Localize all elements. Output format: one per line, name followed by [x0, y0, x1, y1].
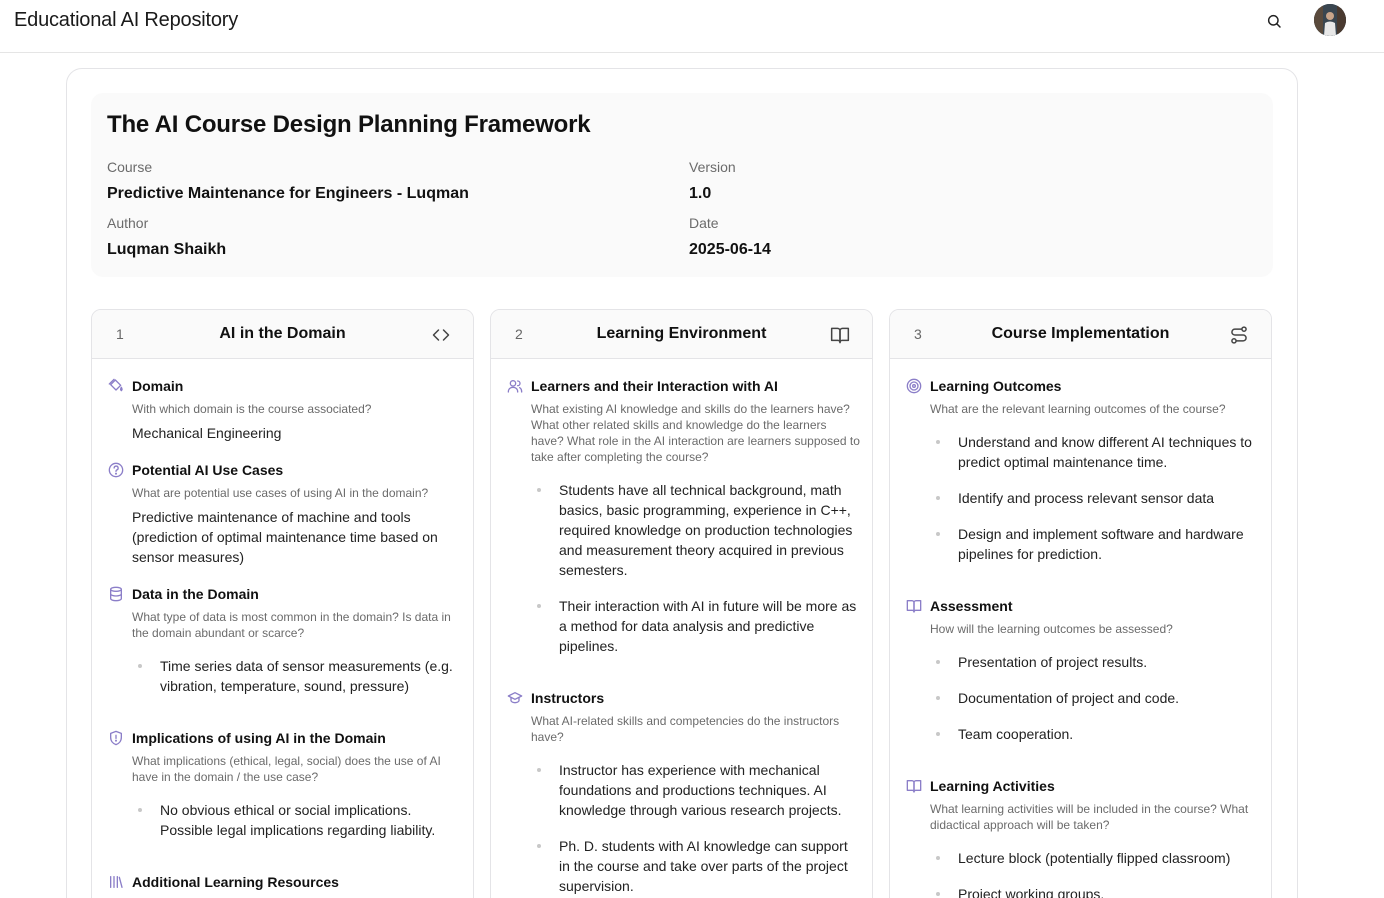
bullet-list: Lecture block (potentially flipped class…: [930, 848, 1260, 898]
course-label: Course: [107, 159, 153, 175]
section-learning-activities: Learning Activities What learning activi…: [906, 778, 1256, 898]
version-value: 1.0: [689, 185, 712, 202]
section-question: With which domain is the course associat…: [132, 402, 372, 416]
section-title: Additional Learning Resources: [132, 874, 339, 890]
section-question: What existing AI knowledge and skills do…: [531, 402, 860, 464]
column-learning-environment: 2 Learning Environment Learners and thei…: [490, 309, 873, 898]
list-item: Their interaction with AI in future will…: [531, 596, 861, 656]
course-value: Predictive Maintenance for Engineers - L…: [107, 185, 469, 202]
target-icon: [906, 378, 922, 394]
list-item: Understand and know different AI techniq…: [930, 432, 1260, 472]
column-title: Learning Environment: [596, 325, 767, 342]
author-value: Luqman Shaikh: [107, 241, 227, 258]
library-icon: [108, 874, 124, 890]
section-title: Learning Activities: [930, 778, 1055, 794]
section-title: Assessment: [930, 598, 1013, 614]
section-question: What type of data is most common in the …: [132, 610, 451, 640]
column-header: 1 AI in the Domain: [92, 310, 473, 359]
author-label: Author: [107, 215, 149, 231]
list-item: Students have all technical background, …: [531, 480, 861, 580]
help-circle-icon: [108, 462, 124, 478]
column-course-implementation: 3 Course Implementation Learning Outcome…: [889, 309, 1272, 898]
section-instructors: Instructors What AI-related skills and c…: [507, 690, 857, 898]
list-item: No obvious ethical or social implication…: [132, 800, 462, 840]
column-header: 3 Course Implementation: [890, 310, 1271, 359]
search-icon[interactable]: [1263, 10, 1285, 32]
book-open-icon: [906, 598, 922, 614]
section-learners: Learners and their Interaction with AI W…: [507, 378, 860, 688]
list-item: Team cooperation.: [930, 724, 1260, 744]
column-title: AI in the Domain: [219, 325, 346, 342]
section-title: Instructors: [531, 690, 605, 706]
section-question: What learning activities will be include…: [930, 802, 1249, 832]
bullet-list: Instructor has experience with mechanica…: [531, 760, 861, 898]
database-icon: [108, 586, 124, 602]
bullet-list: Understand and know different AI techniq…: [930, 432, 1260, 580]
list-item: Design and implement software and hardwa…: [930, 524, 1260, 564]
list-item: Presentation of project results.: [930, 652, 1260, 672]
avatar[interactable]: [1314, 4, 1346, 36]
app-title[interactable]: Educational AI Repository: [14, 9, 238, 32]
code-icon: [431, 325, 451, 345]
section-title: Implications of using AI in the Domain: [132, 730, 386, 746]
section-question: What implications (ethical, legal, socia…: [132, 754, 441, 784]
section-answer: Mechanical Engineering: [132, 425, 282, 441]
list-item: Lecture block (potentially flipped class…: [930, 848, 1260, 868]
section-implications: Implications of using AI in the Domain W…: [108, 730, 458, 850]
section-title: Potential AI Use Cases: [132, 462, 284, 478]
section-question: What are potential use cases of using AI…: [132, 486, 429, 500]
section-title: Learning Outcomes: [930, 378, 1062, 394]
route-icon: [1229, 325, 1249, 345]
column-ai-in-domain: 1 AI in the Domain Domain With which dom…: [91, 309, 474, 898]
bullet-list: No obvious ethical or social implication…: [132, 800, 462, 856]
section-learning-outcomes: Learning Outcomes What are the relevant …: [906, 378, 1256, 588]
column-title: Course Implementation: [991, 325, 1170, 342]
users-icon: [507, 378, 523, 394]
top-bar: Educational AI Repository: [0, 0, 1384, 53]
section-title: Learners and their Interaction with AI: [531, 378, 778, 394]
shield-alert-icon: [108, 730, 124, 746]
book-open-icon: [906, 778, 922, 794]
section-assessment: Assessment How will the learning outcome…: [906, 598, 1256, 768]
section-question: How will the learning outcomes be assess…: [930, 622, 1173, 636]
section-use-cases: Potential AI Use Cases What are potentia…: [108, 462, 458, 574]
column-header: 2 Learning Environment: [491, 310, 872, 359]
list-item: Instructor has experience with mechanica…: [531, 760, 861, 820]
section-title: Data in the Domain: [132, 586, 259, 602]
list-item: Time series data of sensor measurements …: [132, 656, 462, 696]
paint-bucket-icon: [108, 378, 124, 394]
document-header: The AI Course Design Planning Framework …: [91, 93, 1273, 277]
bullet-list: Presentation of project results. Documen…: [930, 652, 1260, 760]
version-label: Version: [689, 159, 736, 175]
section-question: What AI-related skills and competencies …: [531, 714, 840, 744]
section-title: Domain: [132, 378, 184, 394]
date-label: Date: [689, 215, 719, 231]
graduation-cap-icon: [507, 690, 523, 706]
section-domain: Domain With which domain is the course a…: [108, 378, 458, 448]
list-item: Project working groups.: [930, 884, 1260, 898]
bullet-list: Students have all technical background, …: [531, 480, 861, 672]
date-value: 2025-06-14: [689, 241, 771, 258]
list-item: Documentation of project and code.: [930, 688, 1260, 708]
page-title: The AI Course Design Planning Framework: [107, 111, 591, 138]
section-question: What are the relevant learning outcomes …: [930, 402, 1226, 416]
section-resources: Additional Learning Resources: [108, 874, 458, 898]
book-open-icon: [830, 325, 850, 345]
bullet-list: Time series data of sensor measurements …: [132, 656, 462, 712]
list-item: Ph. D. students with AI knowledge can su…: [531, 836, 861, 896]
section-data: Data in the Domain What type of data is …: [108, 586, 458, 716]
list-item: Identify and process relevant sensor dat…: [930, 488, 1260, 508]
section-answer: Predictive maintenance of machine and to…: [132, 509, 438, 565]
